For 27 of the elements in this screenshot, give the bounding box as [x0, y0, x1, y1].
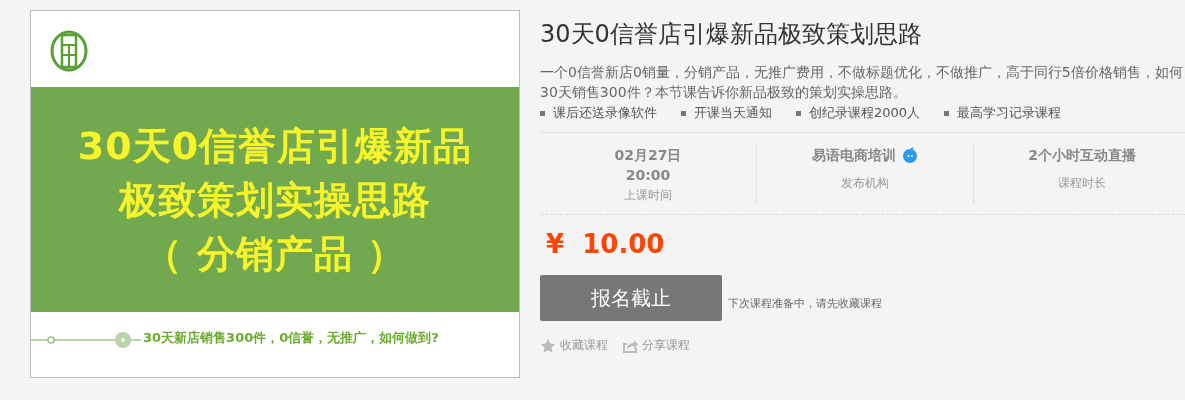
price: ¥ 10.00: [546, 229, 666, 259]
stat-value: 易语电商培训: [812, 146, 896, 165]
stat-value: 2个小时互动直播: [1028, 146, 1136, 165]
share-link[interactable]: 分享课程: [622, 337, 690, 354]
bullet-icon: [681, 110, 686, 116]
feature-text: 开课当天通知: [694, 104, 772, 122]
description-line: 一个0信誉新店0销量，分销产品，无推广费用，不做标题优化，不做推广，高于同行5倍价格销售，如何: [540, 63, 1184, 82]
banner-headline: 极致策划实操思路: [119, 176, 431, 224]
course-title: 30天0信誉店引爆新品极致策划思路: [540, 19, 923, 50]
stat-label: 发布机构: [840, 175, 890, 192]
feature-text: 最高学习记录课程: [957, 104, 1062, 122]
star-icon: [540, 337, 556, 354]
description-line: 30天销售300件？本节课告诉你新品极致的策划实操思路。: [540, 83, 908, 102]
bullet-icon: [944, 110, 950, 116]
feature-text: 创纪录课程2000人: [809, 104, 921, 122]
bullet-icon: [796, 110, 801, 116]
favorite-link[interactable]: 收藏课程: [540, 337, 608, 354]
banner-headline: 30天0信誉店引爆新品: [77, 122, 473, 170]
stat-value: 02月27日 20:00: [614, 146, 682, 185]
feature-text: 课后还送录像软件: [553, 104, 657, 122]
stat-label: 上课时间: [623, 187, 673, 204]
banner-headline: （ 分销产品 ）: [143, 230, 407, 278]
stat-label: 课程时长: [1057, 175, 1107, 192]
signup-note: 下次课程准备中，请先收藏课程: [728, 296, 882, 311]
banner-tagline: 30天新店销售300件，0信誉，无推广，如何做到?: [143, 329, 439, 347]
bullet-icon: [540, 110, 545, 116]
seal-logo-icon: [49, 29, 89, 73]
